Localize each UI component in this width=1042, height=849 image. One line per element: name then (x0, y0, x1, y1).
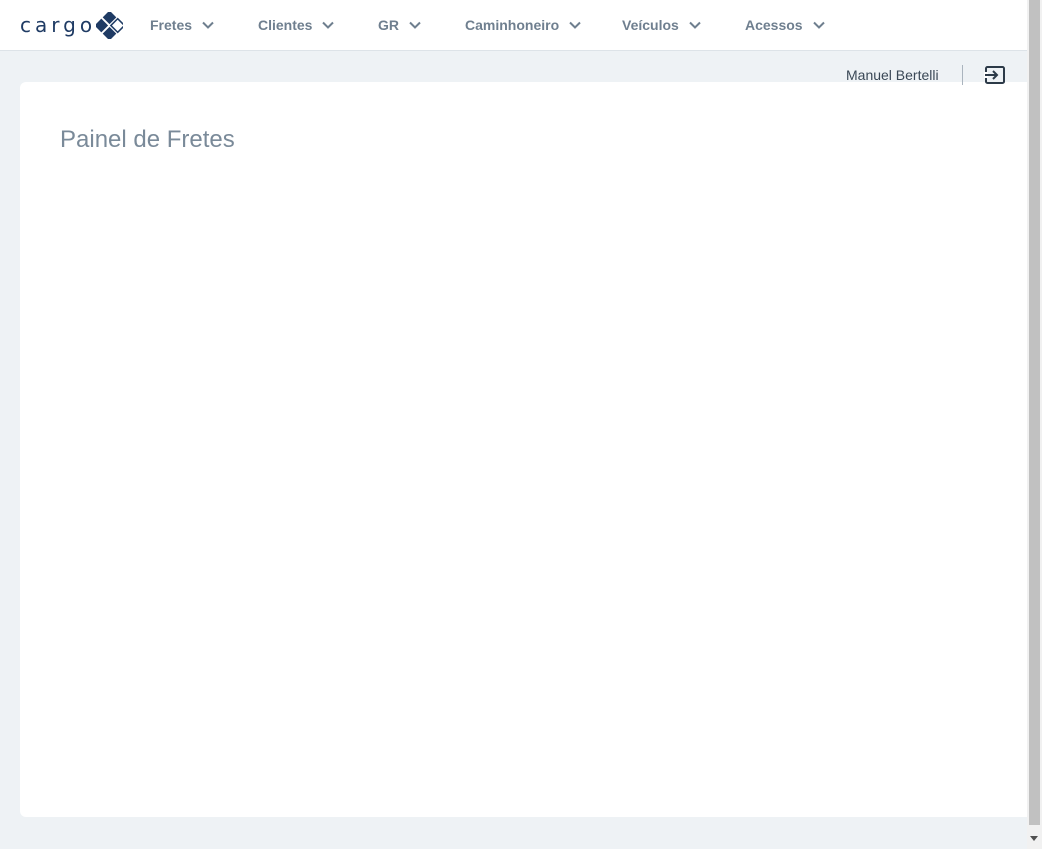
nav-fretes-label: Fretes (150, 17, 193, 33)
nav-veiculos-label: Veículos (622, 17, 679, 33)
user-info: Manuel Bertelli (846, 62, 939, 88)
cargo-logo[interactable]: cargo (20, 11, 124, 39)
scroll-down-arrow-icon[interactable] (1030, 836, 1038, 841)
nav-caminhoneiro[interactable]: Caminhoneiro (465, 0, 581, 50)
nav-gr-label: GR (378, 17, 399, 33)
nav-clientes-label: Clientes (258, 17, 313, 33)
nav-gr[interactable]: GR (378, 0, 421, 50)
logo-mark-icon (96, 11, 124, 39)
nav-fretes[interactable]: Fretes (150, 0, 214, 50)
nav-caminhoneiro-label: Caminhoneiro (465, 17, 560, 33)
top-navbar: cargo Fretes Clientes GR Caminhoneiro Ve… (0, 0, 1027, 51)
user-divider (962, 65, 963, 85)
chevron-down-icon (689, 21, 701, 29)
nav-clientes[interactable]: Clientes (258, 0, 335, 50)
vertical-scrollbar[interactable] (1027, 0, 1042, 849)
chevron-down-icon (202, 21, 214, 29)
chevron-down-icon (812, 21, 825, 29)
chevron-down-icon (569, 21, 581, 29)
chevron-down-icon (409, 21, 421, 29)
page-title: Painel de Fretes (60, 126, 235, 153)
nav-acessos[interactable]: Acessos (745, 0, 825, 50)
main-panel: Painel de Fretes (20, 82, 1027, 817)
chevron-down-icon (322, 21, 335, 29)
user-name: Manuel Bertelli (846, 67, 939, 83)
nav-acessos-label: Acessos (745, 17, 803, 33)
logout-icon[interactable] (984, 64, 1006, 86)
scrollbar-thumb[interactable] (1029, 0, 1040, 825)
nav-veiculos[interactable]: Veículos (622, 0, 701, 50)
logo-text: cargo (20, 13, 97, 37)
